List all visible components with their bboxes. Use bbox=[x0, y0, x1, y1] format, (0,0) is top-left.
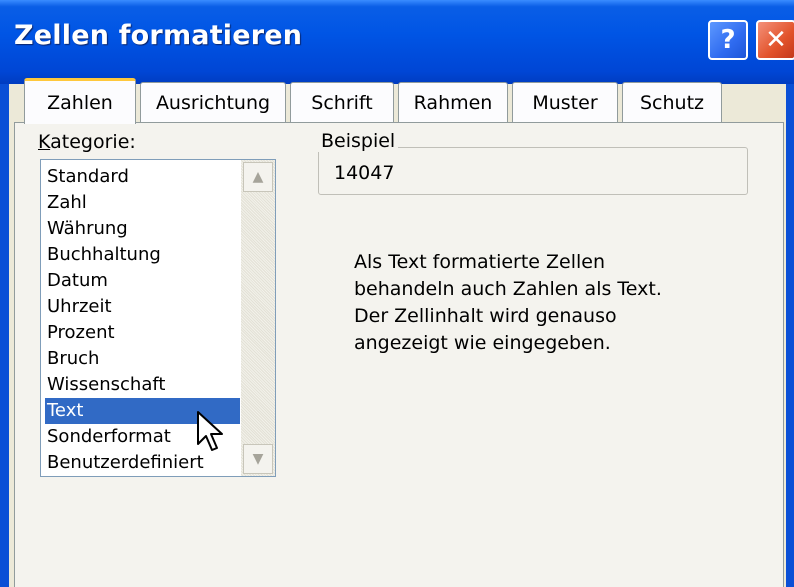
list-item-buchhaltung[interactable]: Buchhaltung bbox=[45, 242, 240, 268]
window-frame-left bbox=[0, 84, 9, 587]
help-icon: ? bbox=[720, 25, 736, 55]
description-line: Als Text formatierte Zellen bbox=[354, 251, 606, 273]
tab-schutz[interactable]: Schutz bbox=[622, 82, 722, 122]
description-line: angezeigt wie eingegeben. bbox=[354, 332, 611, 354]
help-button[interactable]: ? bbox=[708, 20, 748, 60]
scroll-up-button[interactable]: ▲ bbox=[243, 162, 273, 192]
tab-muster[interactable]: Muster bbox=[512, 82, 618, 122]
list-item-zahl[interactable]: Zahl bbox=[45, 190, 240, 216]
tab-zahlen[interactable]: Zahlen bbox=[24, 78, 136, 124]
up-arrow-icon: ▲ bbox=[252, 169, 264, 185]
window-frame-right bbox=[786, 84, 794, 587]
list-scrollbar[interactable]: ▲ ▼ bbox=[241, 160, 275, 476]
category-label-accel: K bbox=[38, 131, 51, 153]
sample-legend: Beispiel bbox=[318, 130, 399, 152]
list-item-waehrung[interactable]: Währung bbox=[45, 216, 240, 242]
category-description: Als Text formatierte Zellen behandeln au… bbox=[354, 249, 734, 357]
mouse-pointer-icon bbox=[197, 411, 223, 451]
category-listbox[interactable]: Standard Zahl Währung Buchhaltung Datum … bbox=[40, 159, 276, 477]
scroll-down-button[interactable]: ▼ bbox=[243, 444, 273, 474]
list-item-datum[interactable]: Datum bbox=[45, 268, 240, 294]
list-item-prozent[interactable]: Prozent bbox=[45, 320, 240, 346]
category-label-rest: ategorie: bbox=[50, 131, 136, 153]
description-line: behandeln auch Zahlen als Text. bbox=[354, 278, 662, 300]
close-icon: ✕ bbox=[765, 25, 787, 55]
close-button[interactable]: ✕ bbox=[756, 20, 794, 60]
description-line: Der Zellinhalt wird genauso bbox=[354, 305, 617, 327]
tab-ausrichtung[interactable]: Ausrichtung bbox=[140, 82, 286, 122]
category-label: Kategorie: bbox=[38, 131, 136, 153]
sample-value: 14047 bbox=[334, 162, 395, 184]
down-arrow-icon: ▼ bbox=[252, 451, 264, 467]
tab-schrift[interactable]: Schrift bbox=[290, 82, 394, 122]
list-item-bruch[interactable]: Bruch bbox=[45, 346, 240, 372]
title-bar[interactable]: Zellen formatieren ? ✕ bbox=[0, 0, 794, 84]
tab-rahmen[interactable]: Rahmen bbox=[398, 82, 508, 122]
list-item-standard[interactable]: Standard bbox=[45, 164, 240, 190]
list-item-wissenschaft[interactable]: Wissenschaft bbox=[45, 372, 240, 398]
window-title: Zellen formatieren bbox=[14, 20, 303, 51]
list-item-uhrzeit[interactable]: Uhrzeit bbox=[45, 294, 240, 320]
